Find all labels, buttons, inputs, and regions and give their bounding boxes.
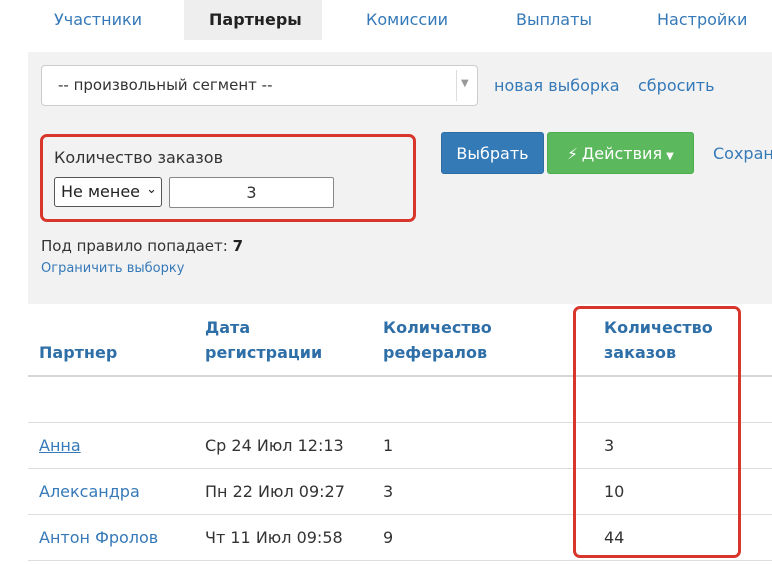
column-header-referrals-line2: рефералов [383, 343, 488, 362]
referrals-count-cell: 3 [383, 482, 394, 501]
partner-name-link[interactable]: Анна [39, 436, 81, 455]
rule-operator-value: Не менее [61, 182, 141, 201]
segment-select-divider [456, 70, 457, 101]
rule-operator-select[interactable]: Не менее ⌄ [54, 177, 162, 207]
column-header-registration-date[interactable]: Дата регистрации [205, 315, 322, 365]
column-header-partner-line1: Партнер [39, 343, 118, 362]
match-count-value: 7 [232, 237, 244, 255]
tab-commissions[interactable]: Комиссии [348, 0, 478, 40]
tab-settings[interactable]: Настройки [640, 0, 772, 40]
column-header-registration-date-line1: Дата [205, 318, 251, 337]
actions-button[interactable]: ⚡ Действия ▼ [547, 132, 694, 174]
partner-name-link[interactable]: Александра [39, 482, 140, 501]
table-row-divider [28, 560, 772, 561]
match-count-label: Под правило попадает: [41, 237, 228, 255]
orders-column-highlight-box [573, 306, 741, 558]
match-count-text: Под правило попадает: 7 [41, 237, 243, 255]
partner-name-link[interactable]: Антон Фролов [39, 528, 158, 547]
column-header-registration-date-line2: регистрации [205, 343, 323, 362]
tab-bar: Участники Партнеры Комиссии Выплаты Наст… [28, 0, 772, 40]
column-header-referrals[interactable]: Количество рефералов [383, 315, 492, 365]
rule-value-input[interactable]: 3 [169, 177, 334, 208]
select-button[interactable]: Выбрать [441, 132, 544, 174]
rule-label: Количество заказов [54, 148, 223, 167]
lightning-icon: ⚡ [567, 145, 578, 163]
registration-date-cell: Чт 11 Июл 09:58 [205, 528, 343, 547]
segment-select[interactable]: -- произвольный сегмент -- ▼ [41, 65, 478, 106]
new-selection-link[interactable]: новая выборка [494, 76, 620, 95]
reset-link[interactable]: сбросить [638, 76, 715, 95]
caret-down-icon: ▼ [666, 151, 674, 162]
referrals-count-cell: 9 [383, 528, 394, 547]
column-header-referrals-line1: Количество [383, 318, 492, 337]
save-link[interactable]: Сохран [713, 144, 772, 163]
column-header-partner[interactable]: Партнер [39, 340, 117, 365]
actions-button-label: Действия [581, 144, 663, 163]
limit-selection-link[interactable]: Ограничить выборку [41, 261, 184, 276]
chevron-down-icon: ⌄ [146, 182, 157, 197]
tab-partners[interactable]: Партнеры [184, 0, 322, 40]
referrals-count-cell: 1 [383, 436, 394, 455]
tab-participants[interactable]: Участники [28, 0, 178, 40]
registration-date-cell: Ср 24 Июл 12:13 [205, 436, 344, 455]
tab-payouts[interactable]: Выплаты [498, 0, 628, 40]
registration-date-cell: Пн 22 Июл 09:27 [205, 482, 345, 501]
segment-select-value: -- произвольный сегмент -- [58, 76, 273, 94]
chevron-down-icon: ▼ [461, 78, 469, 89]
